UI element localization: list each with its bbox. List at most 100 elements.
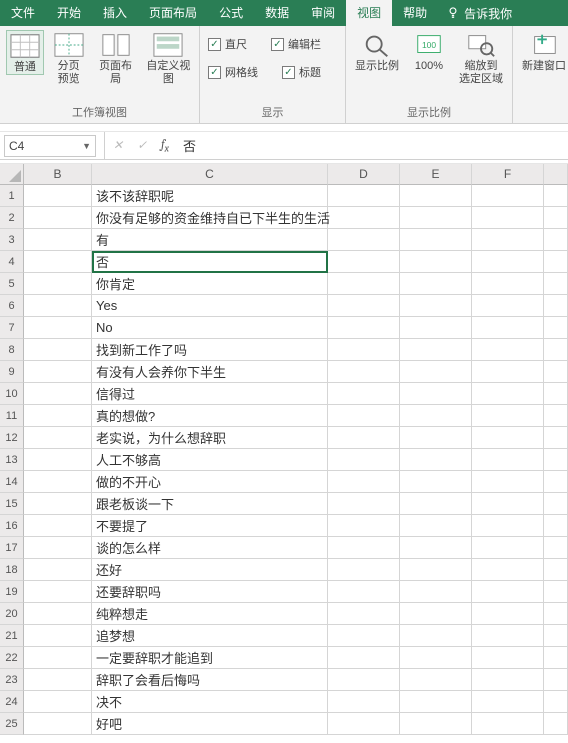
cell[interactable] bbox=[400, 427, 472, 449]
cell[interactable] bbox=[544, 449, 568, 471]
cell[interactable] bbox=[544, 185, 568, 207]
cell[interactable] bbox=[24, 317, 92, 339]
cell[interactable] bbox=[328, 603, 400, 625]
cell[interactable]: 你肯定 bbox=[92, 273, 328, 295]
cell[interactable]: 谈的怎么样 bbox=[92, 537, 328, 559]
cell[interactable] bbox=[400, 405, 472, 427]
cell[interactable] bbox=[400, 295, 472, 317]
cell[interactable] bbox=[24, 383, 92, 405]
cell[interactable] bbox=[24, 295, 92, 317]
cell[interactable] bbox=[472, 691, 544, 713]
cell[interactable] bbox=[400, 713, 472, 735]
cell[interactable] bbox=[328, 185, 400, 207]
cell[interactable] bbox=[472, 273, 544, 295]
row-header[interactable]: 24 bbox=[0, 691, 24, 713]
row-header[interactable]: 19 bbox=[0, 581, 24, 603]
cell[interactable] bbox=[544, 603, 568, 625]
cell[interactable] bbox=[472, 581, 544, 603]
tab-formulas[interactable]: 公式 bbox=[208, 0, 254, 26]
cell[interactable] bbox=[400, 537, 472, 559]
col-header-d[interactable]: D bbox=[328, 164, 400, 185]
row-header[interactable]: 3 bbox=[0, 229, 24, 251]
row-header[interactable]: 6 bbox=[0, 295, 24, 317]
cell[interactable] bbox=[472, 185, 544, 207]
select-all-corner[interactable] bbox=[0, 164, 24, 185]
tab-file[interactable]: 文件 bbox=[0, 0, 46, 26]
cell[interactable] bbox=[400, 251, 472, 273]
cell[interactable] bbox=[544, 383, 568, 405]
cell[interactable] bbox=[472, 339, 544, 361]
zoom-selection-button[interactable]: 缩放到 选定区域 bbox=[456, 30, 506, 86]
cell[interactable] bbox=[472, 361, 544, 383]
cell[interactable]: 还好 bbox=[92, 559, 328, 581]
cell[interactable] bbox=[400, 493, 472, 515]
cell[interactable] bbox=[400, 229, 472, 251]
cell[interactable] bbox=[472, 229, 544, 251]
row-header[interactable]: 1 bbox=[0, 185, 24, 207]
cell[interactable] bbox=[24, 515, 92, 537]
col-header-g[interactable] bbox=[544, 164, 568, 185]
cell[interactable] bbox=[328, 339, 400, 361]
view-normal-button[interactable]: 普通 bbox=[6, 30, 44, 75]
cell[interactable] bbox=[328, 361, 400, 383]
cell[interactable] bbox=[544, 471, 568, 493]
cell[interactable] bbox=[400, 207, 472, 229]
row-header[interactable]: 16 bbox=[0, 515, 24, 537]
cell[interactable] bbox=[472, 427, 544, 449]
cell[interactable] bbox=[400, 515, 472, 537]
cell[interactable] bbox=[328, 427, 400, 449]
row-header[interactable]: 13 bbox=[0, 449, 24, 471]
cell[interactable] bbox=[328, 537, 400, 559]
cell[interactable]: 该不该辞职呢 bbox=[92, 185, 328, 207]
cell[interactable] bbox=[544, 515, 568, 537]
row-header[interactable]: 10 bbox=[0, 383, 24, 405]
cell[interactable] bbox=[544, 537, 568, 559]
cell[interactable] bbox=[400, 669, 472, 691]
cell[interactable] bbox=[24, 361, 92, 383]
tab-insert[interactable]: 插入 bbox=[92, 0, 138, 26]
cell[interactable] bbox=[544, 669, 568, 691]
row-header[interactable]: 5 bbox=[0, 273, 24, 295]
cell[interactable]: 好吧 bbox=[92, 713, 328, 735]
cell[interactable] bbox=[328, 317, 400, 339]
cell[interactable] bbox=[544, 273, 568, 295]
tab-home[interactable]: 开始 bbox=[46, 0, 92, 26]
cell[interactable]: 否 bbox=[92, 251, 328, 273]
cell[interactable] bbox=[400, 625, 472, 647]
cell[interactable] bbox=[400, 383, 472, 405]
row-header[interactable]: 2 bbox=[0, 207, 24, 229]
col-header-b[interactable]: B bbox=[24, 164, 92, 185]
cell[interactable]: 真的想做? bbox=[92, 405, 328, 427]
cell[interactable]: 辞职了会看后悔吗 bbox=[92, 669, 328, 691]
cell[interactable] bbox=[472, 449, 544, 471]
cell[interactable] bbox=[544, 581, 568, 603]
cell[interactable] bbox=[472, 317, 544, 339]
cell[interactable] bbox=[24, 581, 92, 603]
cell[interactable] bbox=[400, 273, 472, 295]
check-ruler[interactable]: ✓直尺 bbox=[208, 36, 247, 52]
cell[interactable]: 你没有足够的资金维持自已下半生的生活 bbox=[92, 207, 328, 229]
row-header[interactable]: 18 bbox=[0, 559, 24, 581]
formula-input[interactable]: 否 bbox=[183, 136, 568, 155]
spreadsheet-grid[interactable]: 1234567891011121314151617181920212223242… bbox=[0, 164, 568, 735]
cell[interactable]: 老实说，为什么想辞职 bbox=[92, 427, 328, 449]
cell[interactable] bbox=[544, 493, 568, 515]
cell[interactable] bbox=[328, 207, 400, 229]
cell[interactable] bbox=[328, 713, 400, 735]
cell[interactable]: 有 bbox=[92, 229, 328, 251]
row-header[interactable]: 4 bbox=[0, 251, 24, 273]
cell[interactable] bbox=[24, 185, 92, 207]
cell[interactable] bbox=[400, 603, 472, 625]
cell[interactable] bbox=[328, 493, 400, 515]
cell[interactable]: 还要辞职吗 bbox=[92, 581, 328, 603]
fx-icon[interactable]: fx bbox=[161, 137, 169, 154]
tab-help[interactable]: 帮助 bbox=[392, 0, 438, 26]
cell[interactable] bbox=[544, 295, 568, 317]
cell[interactable] bbox=[472, 603, 544, 625]
cell[interactable] bbox=[472, 559, 544, 581]
check-formulabar[interactable]: ✓编辑栏 bbox=[271, 36, 321, 52]
row-header[interactable]: 7 bbox=[0, 317, 24, 339]
cell[interactable]: 做的不开心 bbox=[92, 471, 328, 493]
cell[interactable] bbox=[472, 625, 544, 647]
check-headings[interactable]: ✓标题 bbox=[282, 64, 321, 80]
